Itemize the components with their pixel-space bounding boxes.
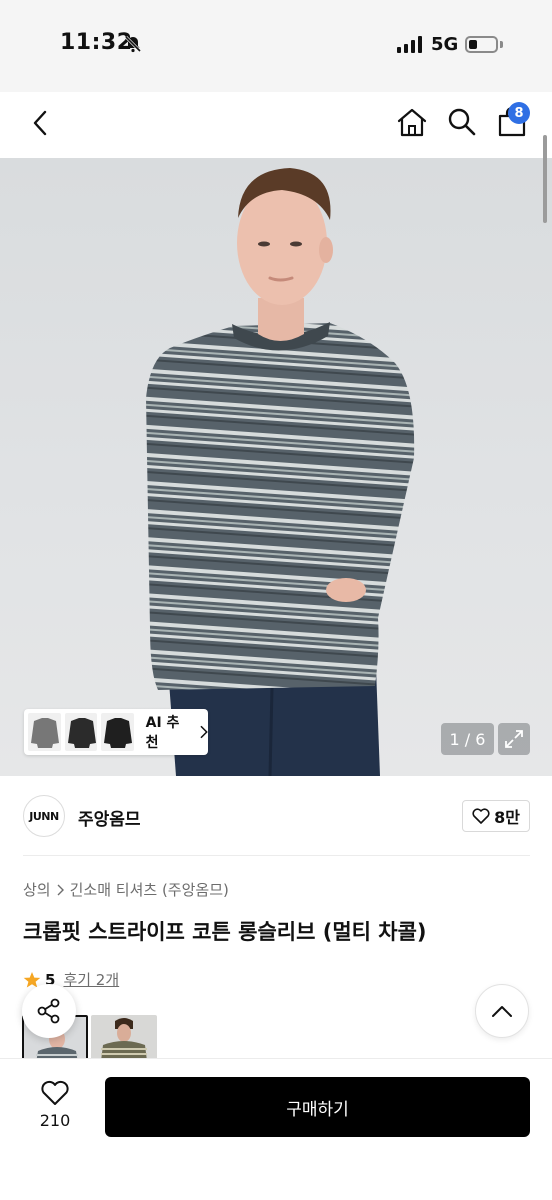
ai-thumb-3 xyxy=(101,713,134,751)
back-icon[interactable] xyxy=(28,108,54,138)
brand-logo-text: JUNN xyxy=(29,809,59,823)
heart-icon xyxy=(472,808,490,824)
wishlist-heart-icon[interactable] xyxy=(40,1080,70,1106)
color-option-2[interactable] xyxy=(91,1015,157,1061)
product-title: 크롭핏 스트라이프 코튼 롱슬리브 (멀티 차콜) xyxy=(23,920,427,944)
ai-thumb-1 xyxy=(28,713,61,751)
buy-button[interactable]: 구매하기 xyxy=(105,1077,530,1137)
expand-icon xyxy=(505,730,523,748)
ai-recommend-label: AI 추천 xyxy=(145,715,180,751)
wishlist-count: 210 xyxy=(39,1111,71,1130)
breadcrumb-category[interactable]: 상의 xyxy=(23,879,51,900)
share-icon xyxy=(37,998,60,1024)
brand-name[interactable]: 주앙옴므 xyxy=(78,805,141,830)
breadcrumb-subcategory[interactable]: 긴소매 티셔츠 (주앙옴므) xyxy=(70,879,229,900)
page-indicator: 1 / 6 xyxy=(441,723,494,755)
product-image[interactable] xyxy=(0,158,552,776)
signal-icon xyxy=(397,36,422,53)
chevron-up-icon xyxy=(492,1006,512,1017)
share-button[interactable] xyxy=(22,984,76,1038)
nav-bar xyxy=(0,92,552,158)
review-link[interactable]: 후기 2개 xyxy=(63,969,119,990)
search-icon[interactable] xyxy=(446,106,478,138)
home-icon[interactable] xyxy=(396,106,428,138)
brand-like-button[interactable]: 8만 xyxy=(462,800,530,832)
brand-logo[interactable]: JUNN xyxy=(23,795,65,837)
divider xyxy=(23,855,530,856)
breadcrumb: 상의 긴소매 티셔츠 (주앙옴므) xyxy=(23,879,229,900)
network-label: 5G xyxy=(431,34,459,55)
brand-like-count: 8만 xyxy=(494,808,520,827)
status-bar: 11:32 5G xyxy=(0,0,552,92)
battery-cap xyxy=(500,41,503,48)
ai-thumb-2 xyxy=(64,713,98,751)
model-photo xyxy=(146,168,415,776)
ai-recommend-button[interactable]: AI 추천 xyxy=(24,709,208,755)
cart-badge: 8 xyxy=(508,102,530,124)
chevron-right-icon xyxy=(200,725,208,739)
battery-icon xyxy=(465,36,498,53)
scroll-top-button[interactable] xyxy=(475,984,529,1038)
status-time: 11:32 xyxy=(60,30,133,55)
bell-off-icon xyxy=(124,35,142,53)
expand-button[interactable] xyxy=(498,723,530,755)
scroll-indicator xyxy=(543,135,547,223)
chevron-right-icon xyxy=(57,884,64,895)
